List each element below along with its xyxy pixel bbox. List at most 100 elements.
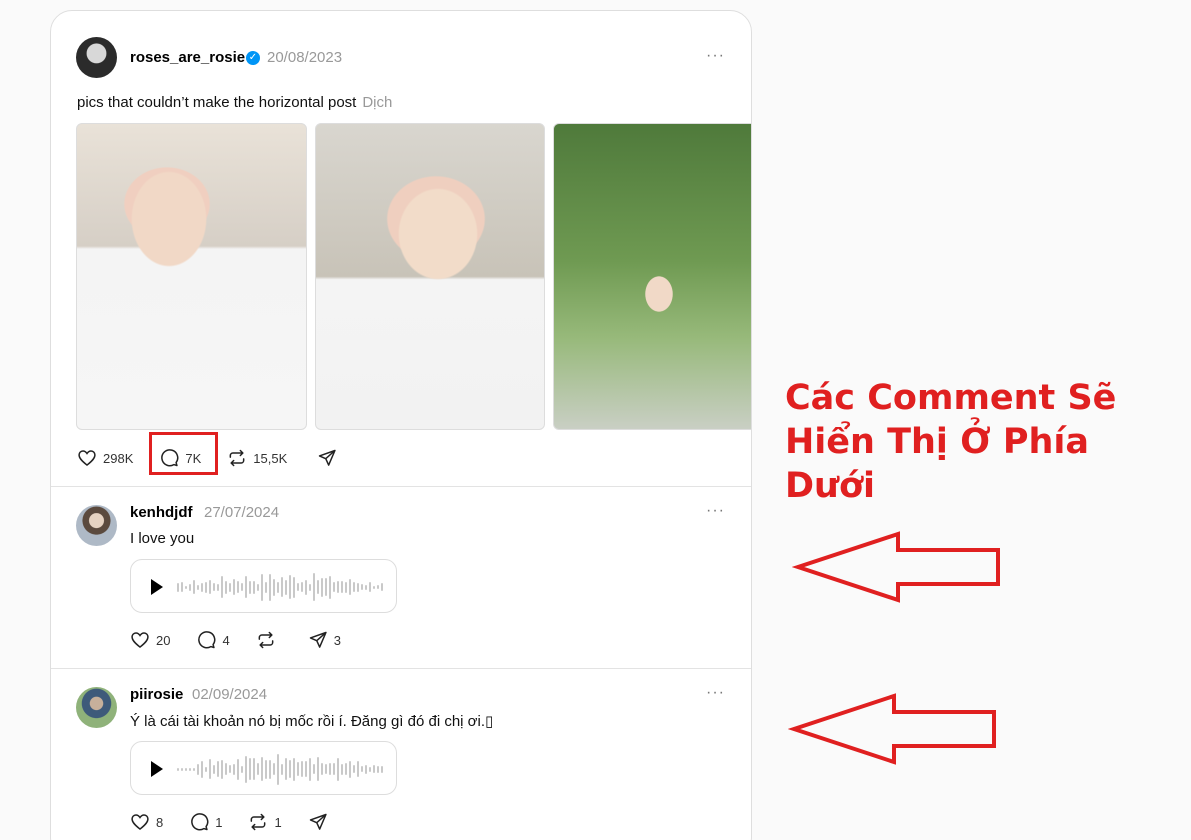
comment-username[interactable]: kenhdjdf [130,504,193,521]
waveform-bar [321,763,323,775]
waveform-bar [297,762,299,776]
comment-date[interactable]: 27/07/2024 [204,504,279,521]
waveform-bar [341,763,343,775]
post-more-icon[interactable]: ··· [706,47,725,65]
post-caption: pics that couldn’t make the horizontal p… [77,94,392,111]
waveform-bar [281,763,283,775]
repost-icon [251,813,266,831]
comment-more-icon[interactable]: ··· [706,502,725,520]
waveform-bar [381,765,383,773]
play-icon[interactable] [151,761,163,777]
waveform-bar [265,759,267,779]
annotation-line-1: Các Comment Sẽ [785,378,1117,418]
comment-actions: 20 4 3 [130,630,341,650]
comment-highlight-box [149,432,218,475]
comment-username[interactable]: piirosie [130,686,183,703]
reply-button[interactable]: 4 [196,630,230,650]
waveform-bar [313,573,315,601]
share-button[interactable]: 3 [308,630,341,650]
like-button[interactable]: 8 [130,812,163,832]
waveform-bar [257,583,259,591]
translate-link[interactable]: Dịch [362,94,392,111]
waveform-bar [237,758,239,780]
share-icon [309,813,327,830]
waveform-bar [337,757,339,781]
waveform-bar [293,757,295,781]
reply-count: 1 [215,814,223,830]
annotation-line-2: Hiển Thị Ở Phía Dưới [785,422,1090,506]
post-photo-1[interactable] [76,123,307,430]
voice-message-player[interactable] [130,559,397,613]
author-avatar[interactable] [76,37,117,78]
waveform-bar [305,579,307,595]
share-button[interactable] [308,812,334,832]
comment-icon [198,631,216,649]
like-button[interactable]: 298K [77,448,133,468]
waveform-bar [293,576,295,598]
waveform-bar [217,583,219,591]
left-arrow-icon [792,531,1000,603]
post-photo-2[interactable] [315,123,545,430]
share-icon [319,449,336,466]
waveform-bar [369,582,371,592]
waveform-bar [197,763,199,775]
repost-icon [229,449,245,467]
waveform-bar [277,581,279,593]
waveform-bar [333,763,335,775]
like-count: 20 [156,632,171,648]
waveform-bar [201,760,203,778]
play-icon[interactable] [151,579,163,595]
author-username[interactable]: roses_are_rosie [130,49,245,66]
like-count: 8 [156,814,164,830]
commenter-avatar[interactable] [76,687,117,728]
waveform-bar [193,767,195,771]
like-button[interactable]: 20 [130,630,170,650]
waveform-bar [285,579,287,595]
waveform-bar [369,766,371,772]
waveform-bar [177,767,179,771]
waveform-bar [213,583,215,591]
voice-message-player[interactable] [130,741,397,795]
annotation-text: Các Comment Sẽ Hiển Thị Ở Phía Dưới [785,376,1191,508]
repost-button[interactable]: 15,5K [227,448,287,468]
waveform-bar [237,581,239,593]
waveform-bar [325,764,327,774]
comment-icon [191,813,209,831]
commenter-avatar[interactable] [76,505,117,546]
waveform-bar [177,582,179,592]
waveform-bar [361,766,363,772]
waveform-bar [305,761,307,777]
waveform-bar [193,580,195,594]
comment-date[interactable]: 02/09/2024 [192,686,267,703]
waveform-bar [289,575,291,599]
waveform-bar [297,583,299,591]
repost-button[interactable] [256,630,282,650]
waveform-bar [337,581,339,593]
waveform-bar [205,766,207,772]
post-date[interactable]: 20/08/2023 [267,49,342,66]
waveform-bar [233,763,235,775]
waveform-bar [309,583,311,591]
post-photo-3[interactable] [553,123,751,430]
waveform-bar [329,763,331,775]
waveform-bar [261,757,263,781]
waveform-bar [189,767,191,771]
waveform-bar [269,573,271,601]
waveform-bar [209,759,211,779]
comment-more-icon[interactable]: ··· [706,684,725,702]
waveform-bar [273,763,275,775]
waveform-bar [277,753,279,785]
waveform-bar [201,582,203,592]
waveform-bar [329,575,331,599]
share-button[interactable] [317,448,337,468]
heart-icon [78,450,96,467]
audio-waveform [177,751,383,787]
comment-text: Ý là cái tài khoản nó bị mốc rồi í. Đăng… [130,713,494,730]
reply-button[interactable]: 1 [189,812,222,832]
waveform-bar [249,580,251,594]
repost-button[interactable]: 1 [248,812,282,832]
waveform-bar [301,761,303,777]
waveform-bar [353,765,355,773]
repost-icon [258,631,274,649]
waveform-bar [349,579,351,595]
